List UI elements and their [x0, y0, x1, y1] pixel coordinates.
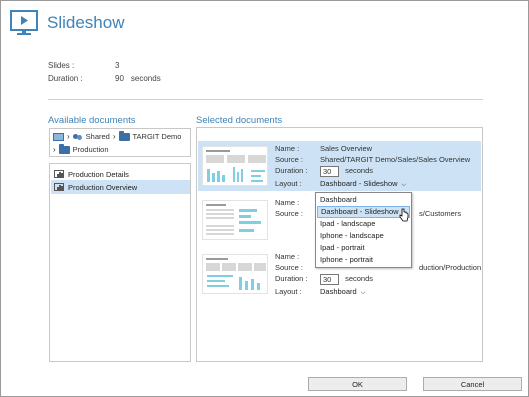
document-source: s/Customers — [419, 209, 462, 218]
name-label: Name : — [275, 252, 300, 261]
duration-label: Duration : — [275, 274, 308, 284]
chart-document-icon — [54, 183, 64, 191]
layout-value: Dashboard — [320, 287, 357, 296]
chevron-right-icon: › — [53, 145, 56, 154]
layout-select[interactable]: Dashboard ⌵ — [320, 287, 365, 296]
selected-documents-title: Selected documents — [196, 115, 283, 126]
ok-button[interactable]: OK — [308, 377, 407, 391]
name-label: Name : — [275, 144, 300, 153]
duration-unit: seconds — [345, 166, 374, 176]
chevron-down-icon: ⌵ — [401, 182, 407, 188]
dropdown-option[interactable]: Iphone - landscape — [317, 230, 410, 242]
available-documents-title: Available documents — [48, 115, 136, 126]
chevron-right-icon: › — [112, 132, 116, 141]
selected-document-entry[interactable]: Name : Sales Overview Source : Shared/TARG… — [198, 141, 481, 191]
layout-dropdown-menu: Dashboard Dashboard - Slideshow Ipad - l… — [315, 192, 412, 268]
list-item-label: Production Details — [68, 169, 129, 179]
duration-value: 90 — [115, 74, 124, 83]
dropdown-option[interactable]: Ipad - landscape — [317, 218, 410, 230]
source-label: Source : — [275, 263, 303, 272]
slides-row: Slides : 3 — [48, 61, 119, 70]
available-documents-list: Production Details Production Overview — [49, 163, 191, 362]
list-item[interactable]: Production Overview — [51, 180, 190, 194]
layout-label: Layout : — [275, 287, 302, 296]
dropdown-option[interactable]: Dashboard — [317, 194, 410, 206]
duration-label: Duration : — [275, 166, 308, 176]
slides-label: Slides : — [48, 61, 75, 70]
document-thumbnail — [202, 254, 268, 294]
document-source: Shared/TARGIT Demo/Sales/Sales Overview — [320, 155, 471, 164]
breadcrumb-shared[interactable]: Shared — [86, 132, 110, 141]
slideshow-dialog: Slideshow Slides :3 Duration :90 seconds … — [0, 0, 529, 397]
computer-icon[interactable] — [53, 132, 64, 141]
duration-input[interactable]: 30 — [320, 274, 339, 285]
dropdown-option[interactable]: Dashboard - Slideshow — [317, 206, 410, 218]
slides-value: 3 — [115, 61, 120, 70]
dropdown-option[interactable]: Iphone - portrait — [317, 254, 410, 266]
duration-unit: seconds — [345, 274, 374, 284]
layout-select[interactable]: Dashboard - Slideshow ⌵ — [320, 179, 406, 188]
layout-label: Layout : — [275, 179, 302, 188]
duration-unit: seconds — [130, 74, 161, 83]
chart-document-icon — [54, 170, 64, 178]
page-title: Slideshow — [47, 13, 125, 32]
document-source: duction/Production — [419, 263, 482, 272]
cancel-button[interactable]: Cancel — [423, 377, 522, 391]
layout-value: Dashboard - Slideshow — [320, 179, 398, 188]
breadcrumb-production[interactable]: Production — [73, 145, 109, 154]
document-name: Sales Overview — [320, 144, 373, 153]
list-item[interactable]: Production Details — [51, 167, 190, 181]
chevron-down-icon: ⌵ — [360, 290, 366, 296]
folder-icon — [118, 130, 130, 141]
document-thumbnail — [202, 200, 268, 240]
separator — [48, 99, 483, 100]
list-item-label: Production Overview — [68, 182, 138, 192]
chevron-right-icon: › — [67, 132, 70, 141]
dropdown-option[interactable]: Ipad - portrait — [317, 242, 410, 254]
breadcrumb-targit-demo[interactable]: TARGIT Demo — [133, 132, 182, 141]
source-label: Source : — [275, 209, 303, 218]
document-thumbnail — [202, 146, 268, 186]
source-label: Source : — [275, 155, 303, 164]
duration-row: Duration : 90 seconds — [48, 74, 161, 83]
shared-users-icon — [72, 133, 83, 141]
monitor-play-icon — [10, 10, 38, 35]
folder-icon — [58, 143, 70, 154]
mouse-cursor-icon — [399, 208, 409, 222]
name-label: Name : — [275, 198, 300, 207]
duration-label: Duration : — [48, 74, 83, 83]
duration-input[interactable]: 30 — [320, 166, 339, 177]
breadcrumb: › Shared › TARGIT Demo › Production — [49, 128, 191, 157]
